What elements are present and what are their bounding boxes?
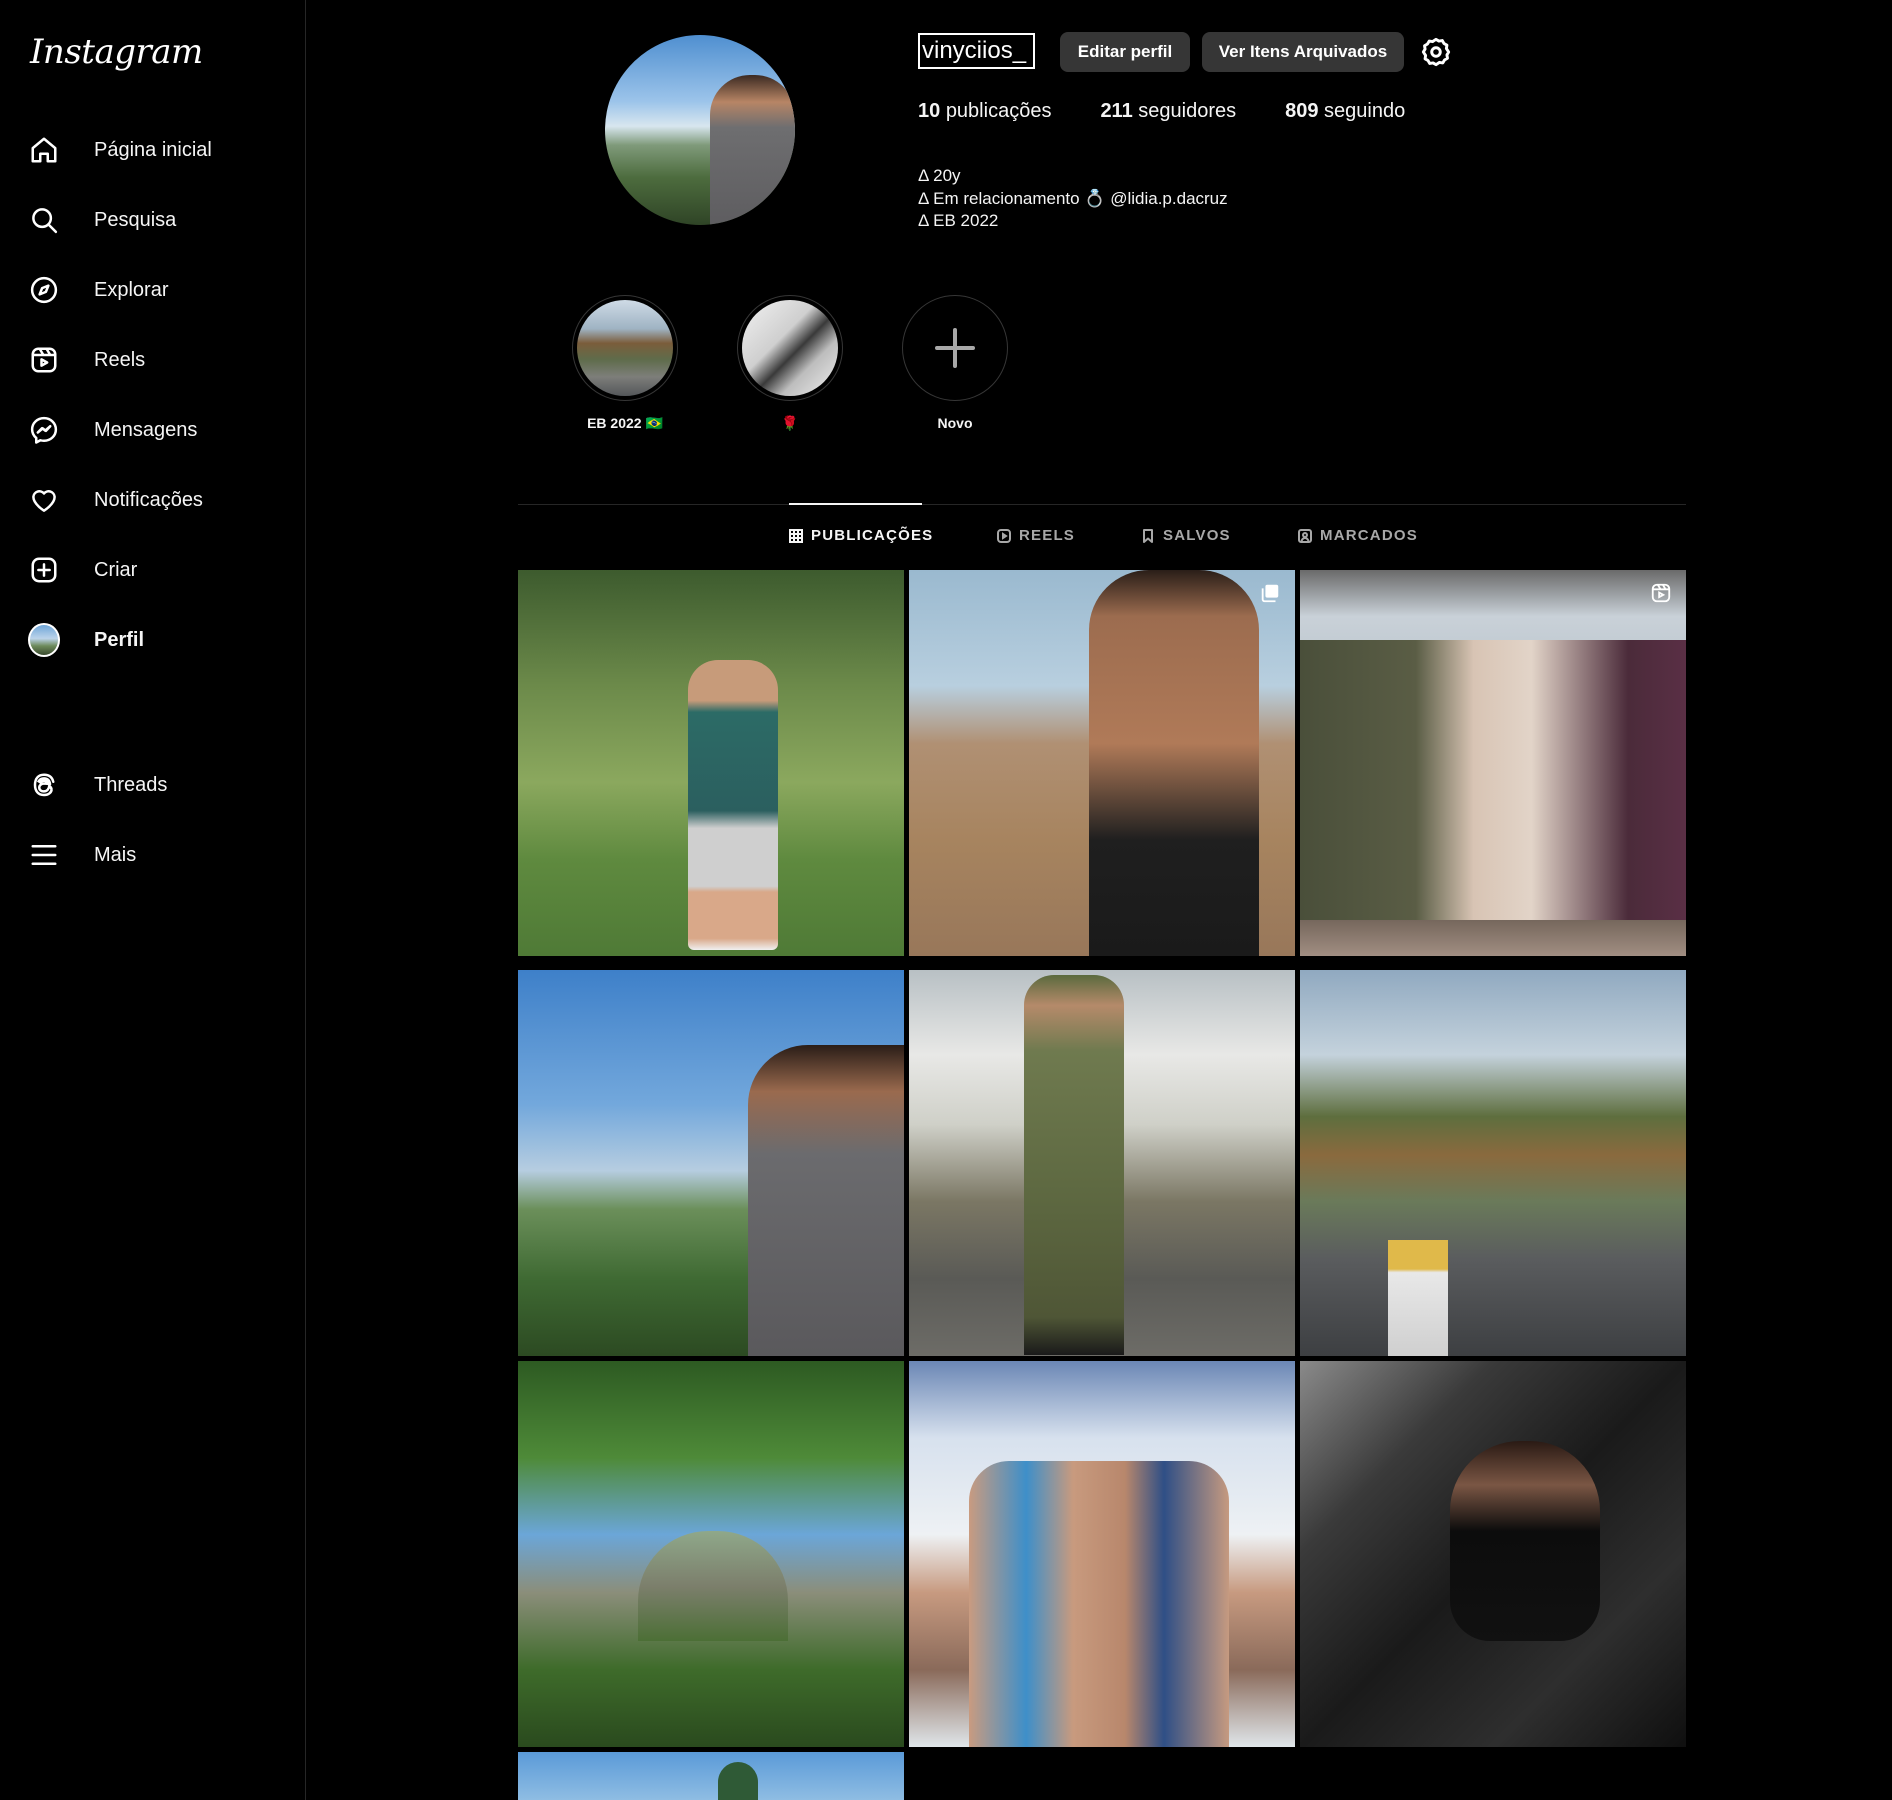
home-icon (28, 134, 60, 166)
bio-line: Δ EB 2022 (918, 211, 999, 230)
post-subject (718, 1762, 758, 1800)
view-archive-button[interactable]: Ver Itens Arquivados (1202, 32, 1404, 72)
tab-label: PUBLICAÇÕES (811, 527, 934, 544)
profile-avatar-icon (28, 623, 60, 657)
highlight-rose[interactable]: 🌹 (735, 295, 845, 432)
heart-icon (28, 484, 60, 516)
profile-bio: Δ 20y Δ Em relacionamento 💍 @lidia.p.dac… (918, 165, 1228, 233)
sidebar-item-label: Perfil (94, 628, 145, 651)
post-thumbnail[interactable] (518, 570, 904, 956)
highlight-ring (572, 295, 678, 401)
gear-icon[interactable] (1420, 36, 1452, 68)
reel-icon (1650, 582, 1672, 604)
sidebar-item-label: Mensagens (94, 418, 198, 441)
instagram-logo[interactable]: Instagram (30, 32, 203, 72)
post-thumbnail[interactable] (1300, 570, 1686, 956)
post-thumbnail[interactable] (518, 1752, 904, 1800)
sidebar-item-create[interactable]: Criar (14, 541, 290, 599)
post-subject (1450, 1441, 1600, 1641)
tagged-icon (1298, 528, 1312, 543)
highlight-ring (737, 295, 843, 401)
post-thumbnail[interactable] (518, 1361, 904, 1747)
sidebar-item-explore[interactable]: Explorar (14, 261, 290, 319)
sidebar-item-label: Criar (94, 558, 138, 581)
post-thumbnail[interactable] (1300, 1361, 1686, 1747)
sidebar-item-profile[interactable]: Perfil (14, 611, 290, 669)
sidebar-item-label: Mais (94, 843, 137, 866)
highlight-eb-2022[interactable]: EB 2022 🇧🇷 (570, 295, 680, 432)
sidebar-item-label: Notificações (94, 488, 203, 511)
tab-saved[interactable]: SALVOS (1141, 527, 1231, 544)
highlight-label: EB 2022 🇧🇷 (587, 415, 663, 431)
sidebar-item-notifications[interactable]: Notificações (14, 471, 290, 529)
bookmark-icon (1141, 528, 1155, 543)
post-subject (969, 1461, 1229, 1747)
plus-icon (907, 300, 1003, 396)
avatar (28, 623, 60, 657)
profile-username[interactable]: vinyciios_ (918, 33, 1035, 69)
post-subject (688, 660, 778, 950)
tabs-divider (518, 504, 1686, 505)
sidebar-item-home[interactable]: Página inicial (14, 121, 290, 179)
followers-link[interactable]: 211 seguidores (1100, 100, 1236, 123)
post-thumbnail[interactable] (909, 1361, 1295, 1747)
plus-square-icon (28, 554, 60, 586)
post-subject (1388, 1240, 1448, 1356)
sidebar-item-threads[interactable]: Threads (14, 756, 290, 814)
tab-tagged[interactable]: MARCADOS (1298, 527, 1418, 544)
post-thumbnail[interactable] (909, 570, 1295, 956)
active-tab-indicator (789, 503, 922, 505)
sidebar-item-more[interactable]: Mais (14, 826, 290, 884)
compass-icon (28, 274, 60, 306)
highlight-ring (902, 295, 1008, 401)
profile-stats: 10 publicações 211 seguidores 809 seguin… (918, 100, 1454, 123)
sidebar-item-label: Reels (94, 348, 146, 371)
bio-line: Δ 20y (918, 166, 961, 185)
sidebar-item-search[interactable]: Pesquisa (14, 191, 290, 249)
profile-avatar[interactable] (605, 35, 795, 225)
following-link[interactable]: 809 seguindo (1285, 100, 1405, 123)
highlight-cover (577, 300, 673, 396)
post-thumbnail[interactable] (909, 970, 1295, 1356)
post-thumbnail[interactable] (1300, 970, 1686, 1356)
tab-label: REELS (1019, 527, 1076, 544)
sidebar-item-label: Pesquisa (94, 208, 177, 231)
grid-icon (789, 528, 803, 543)
post-subject (1089, 570, 1259, 956)
avatar-photo-subject (710, 75, 795, 225)
posts-count: 10 publicações (918, 100, 1052, 122)
highlight-cover (742, 300, 838, 396)
sidebar-item-label: Threads (94, 773, 168, 796)
threads-icon (28, 769, 60, 801)
messenger-icon (28, 414, 60, 446)
tab-posts[interactable]: PUBLICAÇÕES (789, 527, 933, 544)
tab-label: SALVOS (1163, 527, 1231, 544)
menu-icon (28, 839, 60, 871)
tab-label: MARCADOS (1320, 527, 1418, 544)
post-subject (638, 1531, 788, 1641)
multi-post-icon (1259, 582, 1281, 604)
post-thumbnail[interactable] (518, 970, 904, 1356)
sidebar-item-messages[interactable]: Mensagens (14, 401, 290, 459)
sidebar-item-label: Página inicial (94, 138, 212, 161)
highlight-label: 🌹 (781, 415, 799, 431)
post-subject (1300, 640, 1686, 920)
reels-icon (28, 344, 60, 376)
post-subject (1024, 975, 1124, 1355)
reels-icon (997, 528, 1011, 543)
sidebar: Instagram Página inicial Pesquisa Explor… (0, 0, 306, 1800)
search-icon (28, 204, 60, 236)
sidebar-item-label: Explorar (94, 278, 169, 301)
highlight-label: Novo (937, 415, 973, 431)
bio-line: Δ Em relacionamento 💍 @lidia.p.dacruz (918, 188, 1228, 208)
tab-reels[interactable]: REELS (997, 527, 1075, 544)
sidebar-item-reels[interactable]: Reels (14, 331, 290, 389)
edit-profile-button[interactable]: Editar perfil (1060, 32, 1190, 72)
highlight-new[interactable]: Novo (900, 295, 1010, 431)
post-subject (748, 1045, 904, 1356)
